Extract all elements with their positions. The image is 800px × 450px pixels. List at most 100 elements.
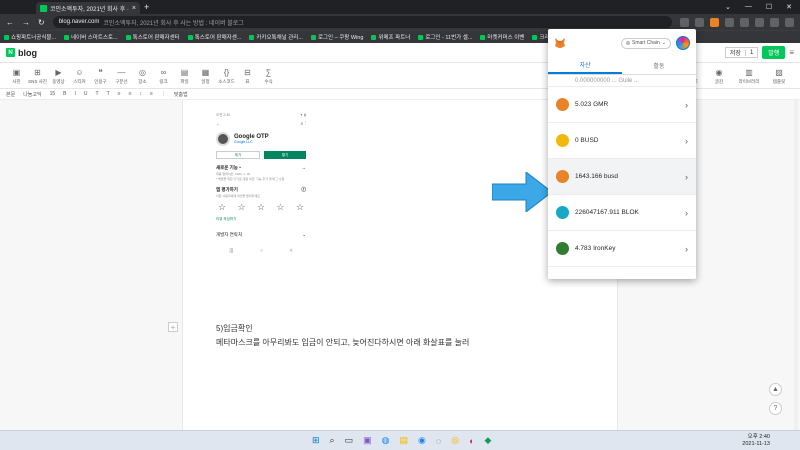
taskbar-app-icon[interactable]: ⊞ — [312, 435, 320, 446]
tool-3[interactable]: ☺ 스티커 — [69, 68, 90, 85]
taskbar-app-icon[interactable]: ◍ — [382, 435, 390, 446]
taskbar-app-icon[interactable]: ◉ — [418, 435, 426, 446]
tool-9[interactable]: ▦ 일정 — [195, 68, 216, 85]
extension-icon[interactable] — [725, 17, 734, 27]
extension-icon-2[interactable] — [740, 17, 749, 27]
tool-2[interactable]: ▶ 동영상 — [48, 68, 69, 85]
taskbar-app-icon[interactable]: ⌕ — [330, 435, 335, 446]
format-control[interactable]: T — [107, 91, 110, 97]
tool-6[interactable]: ◎ 장소 — [132, 68, 153, 85]
tool-11[interactable]: ⊟ 표 — [237, 68, 258, 85]
bookmark-item[interactable]: 톡스토어 판매자센터 — [125, 33, 180, 41]
tool-7[interactable]: ∞ 링크 — [153, 68, 174, 85]
format-control[interactable]: I — [75, 91, 76, 97]
phone-uninstall-button: 제거 — [216, 151, 260, 159]
tab-activity[interactable]: 활동 — [622, 57, 696, 74]
token-row-partial[interactable]: 0.000000000 ... Guile ... — [548, 75, 696, 87]
phone-app-developer: Google LLC — [234, 140, 253, 144]
tool-right-3[interactable]: ▨ 템플릿 — [764, 68, 794, 85]
taskbar-clock[interactable]: 오후 2:40 2021-11-13 — [742, 434, 800, 448]
taskbar-app-icon[interactable]: ◌ — [436, 436, 441, 446]
format-control[interactable]: 본문 — [6, 91, 15, 98]
token-row[interactable]: 4.783 IronKey › — [548, 231, 696, 267]
tool-5[interactable]: — 구분선 — [111, 68, 132, 85]
format-control[interactable]: ≡ — [129, 91, 132, 97]
tool-label: 인용구 — [94, 79, 107, 84]
embedded-phone-screenshot[interactable]: 오전 2:40 ▼ ▮ ← ⌕ ⋮ Google OTP Google LLC … — [216, 113, 306, 310]
document-text[interactable]: 5)입금확인 메타마스크를 아무리봐도 입금이 안되고, 늦어진다하시면 아래 … — [216, 322, 469, 350]
save-button[interactable]: 저장 1 — [724, 47, 759, 58]
tool-1[interactable]: ⊞ SNS 사진 — [27, 68, 48, 85]
token-row[interactable]: 1643.166 busd › — [548, 159, 696, 195]
format-control[interactable]: T — [96, 91, 99, 97]
bookmark-item[interactable]: 톡스토어 판매자센... — [187, 33, 242, 41]
taskbar-app-icon[interactable]: ▣ — [363, 435, 372, 446]
token-row[interactable]: 5.023 GMR › — [548, 87, 696, 123]
format-control[interactable]: U — [84, 91, 88, 97]
new-tab-button[interactable]: + — [144, 2, 149, 12]
tool-4[interactable]: ❝ 인용구 — [90, 68, 111, 85]
tool-0[interactable]: ▣ 사진 — [6, 68, 27, 85]
tab-assets[interactable]: 자산 — [548, 57, 622, 74]
help-button[interactable]: ? — [769, 402, 782, 415]
format-control[interactable]: ≡ — [150, 91, 153, 97]
bookmark-item[interactable]: 네이버 스마트스토... — [64, 33, 118, 41]
browser-tab[interactable]: 코인소액투자, 2021년 회사 후 · × — [36, 2, 140, 14]
taskbar-app-icon[interactable]: ◐ — [469, 436, 474, 446]
format-control[interactable]: ↕ — [140, 91, 143, 97]
format-control[interactable]: 15 — [50, 91, 56, 97]
menu-icon[interactable]: ≡ — [789, 48, 794, 57]
tool-right-2[interactable]: ▥ 라이브러리 — [734, 68, 764, 85]
bookmark-item[interactable]: 마켓커머스 이벤 — [480, 33, 524, 41]
format-control[interactable]: 나눔고딕 — [23, 91, 41, 98]
token-row[interactable]: 0 BUSD › — [548, 123, 696, 159]
tool-right-1[interactable]: ◉ 글감 — [704, 68, 734, 85]
bookmark-favicon-icon — [64, 34, 70, 40]
close-tab-icon[interactable]: × — [132, 5, 136, 12]
tab-search-icon[interactable]: ⌄ — [725, 3, 731, 11]
account-avatar[interactable] — [676, 36, 690, 50]
extensions-puzzle-icon[interactable] — [770, 17, 779, 27]
taskbar-app-icon[interactable]: ◎ — [451, 435, 459, 446]
taskbar-app-icon[interactable]: ▭ — [345, 435, 354, 446]
bookmark-item[interactable]: 카카오톡채널 관리... — [249, 33, 303, 41]
chevron-right-icon: › — [685, 243, 688, 254]
tool-10[interactable]: {} 소스코드 — [216, 68, 237, 85]
extension-icon-3[interactable] — [755, 17, 764, 27]
tool-label: 동영상 — [52, 79, 65, 84]
editor-scrollbar[interactable] — [794, 100, 798, 430]
bookmark-item[interactable]: 로그인 – 쿠팡 Wing — [310, 33, 363, 41]
star-icon[interactable] — [695, 17, 704, 27]
taskbar-app-icon[interactable]: ◆ — [485, 435, 492, 446]
publish-button[interactable]: 발행 — [762, 46, 786, 59]
share-icon[interactable] — [680, 17, 689, 27]
phone-info-icon: ⓘ — [301, 187, 307, 192]
bookmark-item[interactable]: 로그인 - 11번가 셀... — [418, 33, 472, 41]
bookmark-item[interactable]: 위메프 파트너 — [371, 33, 410, 41]
profile-icon[interactable] — [785, 17, 794, 27]
reload-icon[interactable]: ↻ — [38, 18, 45, 27]
network-selector[interactable]: Smart Chain ⌄ — [621, 37, 671, 49]
format-control[interactable]: ≡ — [118, 91, 121, 97]
back-icon[interactable]: ← — [6, 18, 14, 27]
taskbar-app-icon[interactable]: ▤ — [399, 435, 408, 446]
metamask-extension-icon[interactable] — [710, 17, 719, 27]
bookmark-label: 톡스토어 판매자센... — [194, 35, 242, 41]
add-component-icon[interactable]: + — [168, 322, 178, 332]
format-control[interactable]: 맞춤법 — [174, 91, 188, 98]
maximize-button[interactable]: ☐ — [766, 3, 772, 11]
forward-icon[interactable]: → — [22, 18, 30, 27]
minimize-button[interactable]: — — [745, 3, 752, 11]
tool-label: 사진 — [12, 79, 21, 84]
token-row[interactable]: 226047167.911 BLOK › — [548, 195, 696, 231]
tool-8[interactable]: ▤ 파일 — [174, 68, 195, 85]
bookmark-item[interactable]: 쇼핑파트너공식블... — [4, 33, 56, 41]
tool-12[interactable]: ∑ 수식 — [258, 68, 279, 85]
tool-label: 구분선 — [115, 79, 128, 84]
format-control[interactable]: B — [63, 91, 66, 97]
url-input[interactable]: blog.naver.com 코인소액투자, 2021년 회사 후 사는 방법 … — [52, 16, 672, 28]
close-window-button[interactable]: ✕ — [786, 3, 792, 11]
scroll-top-button[interactable]: ▲ — [769, 383, 782, 396]
format-control[interactable]: ⋮ — [161, 91, 166, 97]
blog-logo[interactable]: N blog — [6, 48, 37, 58]
